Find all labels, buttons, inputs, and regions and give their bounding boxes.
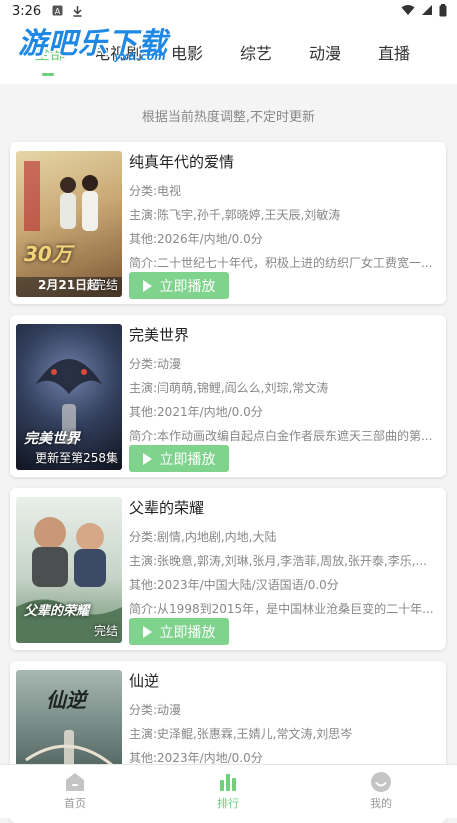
wifi-icon: [401, 4, 415, 20]
play-now-button[interactable]: 立即播放: [129, 272, 229, 299]
nav-profile[interactable]: 我的: [341, 771, 421, 811]
nav-home-label: 首页: [64, 797, 86, 810]
tab-tv-series[interactable]: 电视剧: [94, 40, 142, 64]
status-badge: 更新至第258集: [35, 451, 118, 465]
item-other: 其他:2026年/内地/0.0分: [129, 232, 263, 246]
poster-title-text: 父辈的荣耀: [24, 604, 90, 619]
nav-ranking[interactable]: 排行: [188, 771, 268, 811]
item-title[interactable]: 完美世界: [129, 324, 189, 345]
item-other: 其他:2023年/中国大陆/汉语国语/0.0分: [129, 578, 339, 592]
poster-title-text: 完美世界: [24, 431, 80, 447]
tab-all[interactable]: 全部: [34, 40, 66, 64]
nav-home[interactable]: 首页: [35, 771, 115, 811]
svg-text:A: A: [55, 7, 61, 16]
item-title[interactable]: 纯真年代的爱情: [129, 151, 234, 172]
active-tab-indicator: [42, 73, 54, 76]
play-now-button[interactable]: 立即播放: [129, 445, 229, 472]
ranking-hint: 根据当前热度调整,不定时更新: [141, 110, 316, 125]
poster-image[interactable]: 30万 2月21日起 完结: [16, 151, 122, 297]
home-icon: [66, 773, 84, 791]
tab-movies[interactable]: 电影: [171, 40, 203, 64]
tab-variety[interactable]: 综艺: [240, 40, 272, 64]
poster-title-text: 30万: [24, 242, 72, 266]
play-icon: [142, 625, 152, 638]
battery-icon: [439, 4, 447, 20]
nav-ranking-label: 排行: [217, 797, 239, 810]
item-category: 分类:剧情,内地剧,内地,大陆: [129, 530, 277, 544]
signal-icon: [421, 4, 433, 20]
tab-anime[interactable]: 动漫: [309, 40, 341, 64]
status-bar: 3:26 A: [0, 0, 457, 24]
play-button-label: 立即播放: [159, 624, 216, 641]
category-tab-bar: 全部 电视剧 电影 综艺 动漫 直播: [0, 24, 457, 84]
item-category: 分类:动漫: [129, 357, 182, 371]
status-time: 3:26: [12, 4, 42, 19]
bottom-navigation: 首页 排行 我的: [0, 764, 457, 818]
item-other: 其他:2021年/内地/0.0分: [129, 405, 263, 419]
poster-image[interactable]: 完美世界 更新至第258集: [16, 324, 122, 470]
item-title[interactable]: 仙逆: [129, 670, 159, 691]
item-category: 分类:电视: [129, 184, 182, 198]
nav-profile-label: 我的: [370, 797, 392, 810]
play-button-label: 立即播放: [159, 278, 216, 295]
item-category: 分类:动漫: [129, 703, 182, 717]
download-icon: [72, 5, 83, 20]
item-cast: 主演:闫萌萌,锦鲤,阎么么,刘琮,常文涛: [129, 381, 329, 395]
tab-live[interactable]: 直播: [378, 40, 410, 64]
play-button-label: 立即播放: [159, 451, 216, 468]
play-icon: [142, 279, 152, 292]
status-right: [401, 4, 447, 20]
poster-image[interactable]: 父辈的荣耀 完结: [16, 497, 122, 643]
play-icon: [142, 452, 152, 465]
poster-title-text: 仙逆: [46, 688, 86, 712]
notification-a-icon: A: [52, 5, 63, 19]
profile-icon: [371, 772, 391, 792]
item-intro: 简介:从1998到2015年，是中国林业沧桑巨变的二十年...: [129, 602, 434, 616]
status-badge: 完结: [93, 278, 118, 292]
item-cast: 主演:张晚意,郭涛,刘琳,张月,李浩菲,周放,张开泰,李乐,...: [129, 554, 428, 568]
list-item[interactable]: 完美世界 更新至第258集 完美世界 分类:动漫 主演:闫萌萌,锦鲤,阎么么,刘…: [10, 315, 446, 477]
list-item[interactable]: 30万 2月21日起 完结 纯真年代的爱情 分类:电视 主演:陈飞宇,孙千,郭晓…: [10, 142, 446, 304]
play-now-button[interactable]: 立即播放: [129, 618, 229, 645]
status-badge: 完结: [93, 624, 118, 638]
poster-date-text: 2月21日起: [38, 278, 100, 292]
tabs: 全部 电视剧 电影 综艺 动漫 直播: [0, 24, 457, 84]
item-cast: 主演:陈飞宇,孙千,郭晓婷,王天辰,刘敏涛: [129, 208, 341, 222]
list-item[interactable]: 父辈的荣耀 完结 父辈的荣耀 分类:剧情,内地剧,内地,大陆 主演:张晚意,郭涛…: [10, 488, 446, 650]
item-intro: 简介:二十世纪七十年代，积极上进的纺织厂女工费宽一...: [129, 256, 433, 270]
item-intro: 简介:本作动画改编自起点白金作者辰东遮天三部曲的第...: [129, 429, 433, 443]
item-cast: 主演:史泽鲲,张惠霖,王婧儿,常文涛,刘思岑: [129, 727, 353, 741]
item-title[interactable]: 父辈的荣耀: [129, 497, 204, 518]
ranking-icon: [220, 774, 236, 791]
